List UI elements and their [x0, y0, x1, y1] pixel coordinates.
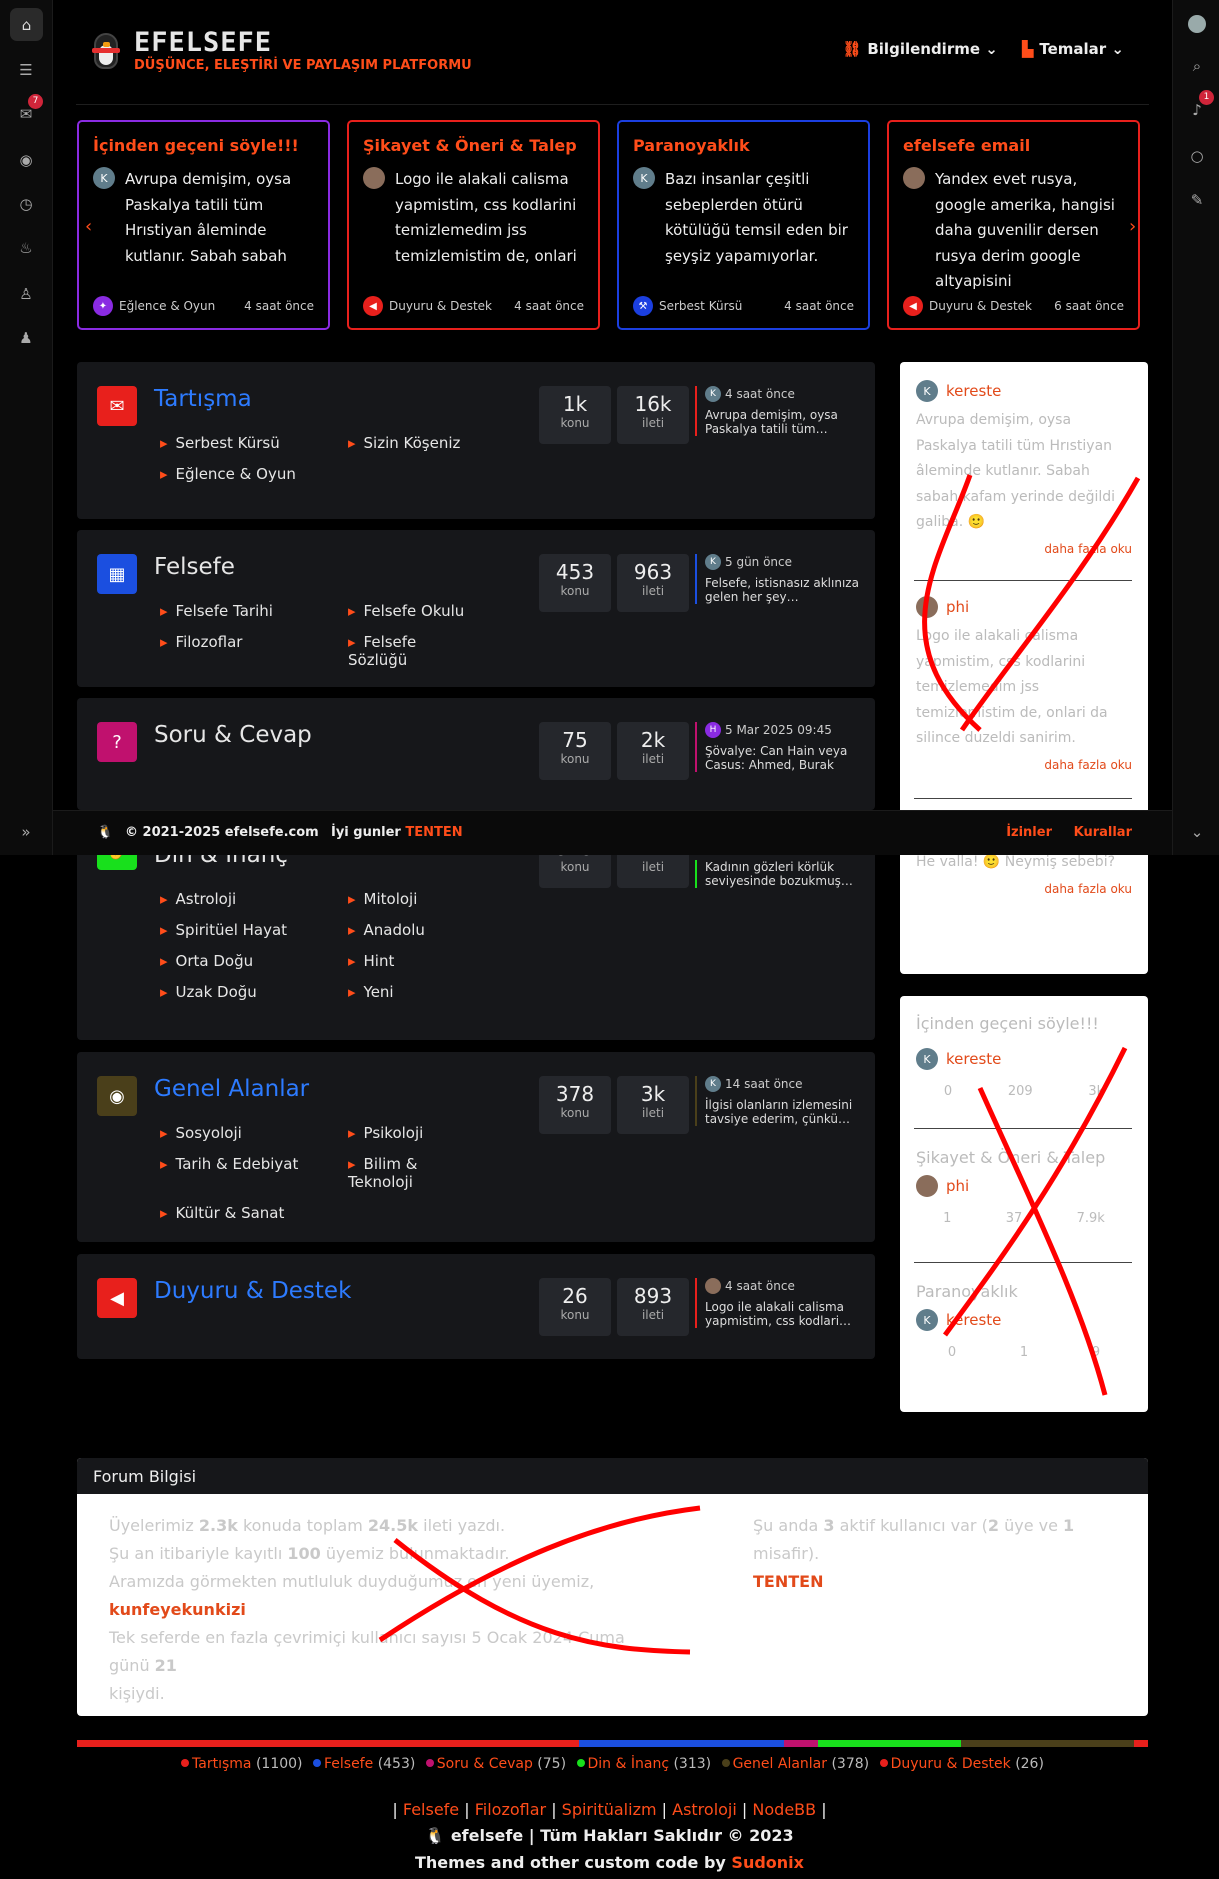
link-icon: ⛓ — [842, 40, 862, 58]
comments-icon: ✉ — [97, 386, 137, 426]
collapse-down-icon[interactable]: ⌄ — [1185, 820, 1209, 844]
themes-menu[interactable]: ▙ Temalar ⌄ — [1022, 40, 1124, 58]
users-icon[interactable]: ♟ — [14, 326, 38, 350]
newest-member-link[interactable]: kunfeyekunkizi — [109, 1600, 246, 1619]
online-user-link[interactable]: TENTEN — [753, 1572, 823, 1591]
popular-item[interactable]: Şikayet & Öneri & Talep phi 1 37 7.9k — [916, 1148, 1132, 1226]
featured-card[interactable]: efelsefe email Yandex evet rusya, google… — [887, 120, 1140, 330]
avatar: K — [93, 167, 115, 189]
list-icon[interactable]: ☰ — [14, 58, 38, 82]
featured-card[interactable]: Paranoyaklık K Bazı insanlar çeşitli sebe… — [617, 120, 870, 330]
inbox-icon[interactable]: ✉ 7 — [14, 94, 43, 126]
card-time: 4 saat önce — [244, 299, 314, 313]
penguin-logo-icon — [88, 31, 124, 73]
question-icon: ? — [97, 722, 137, 762]
footer-credits: Themes and other custom code by Sudonix — [415, 1853, 804, 1872]
megaphone-icon: ◀ — [363, 296, 383, 316]
clock-icon[interactable]: ◷ — [14, 192, 38, 216]
avatar: K — [633, 167, 655, 189]
avatar-icon[interactable] — [1185, 12, 1209, 36]
rules-link[interactable]: Kurallar — [1074, 825, 1132, 840]
card-category: Eğlence & Oyun — [119, 299, 216, 313]
site-title: EFELSEFE — [134, 27, 273, 58]
carousel-prev-icon[interactable]: ‹ — [85, 216, 92, 237]
left-sidebar: ⌂ ☰ ✉ 7 ◉ ◷ ♨ ♙ ♟ » — [0, 0, 53, 855]
forum-name: Tartışma — [154, 386, 252, 412]
avatar — [903, 167, 925, 189]
search-icon[interactable]: ⌕ — [1185, 54, 1209, 78]
globe-icon: ◉ — [97, 1076, 137, 1116]
penguin-icon: 🐧 — [97, 825, 114, 840]
category-legend: Tartışma (1100) Felsefe (453) Soru & Cev… — [0, 1756, 1219, 1772]
forum-category[interactable]: ▦ Felsefe Felsefe TarihiFelsefe OkuluFil… — [77, 530, 875, 687]
forum-category[interactable]: ? Soru & Cevap 75 konu 2k ileti H5 Mar 202… — [77, 698, 875, 810]
right-sidebar: ⌕ ♪ 1 ○ ✎ ⌄ — [1172, 0, 1219, 855]
header-divider — [76, 104, 1149, 105]
forum-info: Forum Bilgisi Üyelerimiz 2.3k konuda top… — [77, 1458, 1148, 1716]
recent-post[interactable]: Kkereste Avrupa demişim, oysa Paskalya t… — [916, 380, 1132, 556]
expand-icon[interactable]: » — [14, 820, 38, 844]
bell-icon[interactable]: ♪ 1 — [1185, 90, 1214, 122]
featured-card[interactable]: Şikayet & Öneri & Talep Logo ile alakali… — [347, 120, 600, 330]
compose-icon[interactable]: ✎ — [1185, 188, 1209, 212]
notify-badge: 1 — [1199, 90, 1214, 105]
globe-icon[interactable]: ◉ — [14, 148, 38, 172]
avatar — [363, 167, 385, 189]
featured-card[interactable]: İçinden geçeni söyle!!! K Avrupa demişim,… — [77, 120, 330, 330]
carousel-next-icon[interactable]: › — [1129, 216, 1136, 237]
forum-category[interactable]: ◉ Genel Alanlar SosyolojiPsikolojiTarih … — [77, 1052, 875, 1242]
fire-icon[interactable]: ♨ — [14, 236, 38, 260]
card-title: İçinden geçeni söyle!!! — [93, 136, 299, 155]
card-text: Avrupa demişim, oysa Paskalya tatili tüm… — [125, 170, 292, 265]
permissions-link[interactable]: İzinler — [1006, 825, 1052, 840]
game-icon: ✦ — [93, 296, 113, 316]
category-color-bar — [77, 1740, 1148, 1747]
popular-topics-panel: İçinden geçeni söyle!!! Kkereste 0 209 3k … — [900, 996, 1148, 1412]
status-bar: 🐧 © 2021-2025 efelsefe.com İyi gunler TE… — [53, 810, 1172, 855]
forum-category[interactable]: ◀ Duyuru & Destek 26 konu 893 ileti 4 saat… — [77, 1254, 875, 1359]
university-icon: ▦ — [97, 554, 137, 594]
site-subtitle: DÜŞÜNCE, ELEŞTİRİ VE PAYLAŞIM PLATFORMU — [134, 58, 472, 73]
palette-icon: ▙ — [1021, 40, 1034, 58]
popular-item[interactable]: Kkereste 0 209 3k — [916, 1048, 1132, 1099]
footer-links: | Felsefe | Filozoflar | Spiritüalizm | … — [392, 1800, 827, 1819]
site-logo[interactable]: EFELSEFE DÜŞÜNCE, ELEŞTİRİ VE PAYLAŞIM P… — [88, 27, 472, 73]
popular-item[interactable]: Paranoyaklık Kkereste 019 — [916, 1282, 1132, 1360]
featured-carousel: İçinden geçeni söyle!!! K Avrupa demişim,… — [77, 120, 1142, 330]
user-icon[interactable]: ♙ — [14, 282, 38, 306]
megaphone-icon: ◀ — [97, 1278, 137, 1318]
megaphone-icon: ◀ — [903, 296, 923, 316]
chat-icon[interactable]: ○ — [1185, 144, 1209, 168]
notify-menu[interactable]: ⛓ Bilgilendirme ⌄ — [842, 40, 998, 58]
footer-copyright: 🐧 efelsefe | Tüm Hakları Saklıdır © 2023 — [425, 1826, 794, 1845]
inbox-badge: 7 — [28, 94, 43, 109]
forum-category[interactable]: ✉ Tartışma Serbest KürsüSizin KöşenizEğl… — [77, 362, 875, 519]
recent-post[interactable]: phi Logo ile alakali calisma yapmistim, … — [916, 596, 1132, 772]
home-icon[interactable]: ⌂ — [10, 8, 43, 41]
recent-posts-panel: Kkereste Avrupa demişim, oysa Paskalya t… — [900, 362, 1148, 974]
gavel-icon: ⚒ — [633, 296, 653, 316]
